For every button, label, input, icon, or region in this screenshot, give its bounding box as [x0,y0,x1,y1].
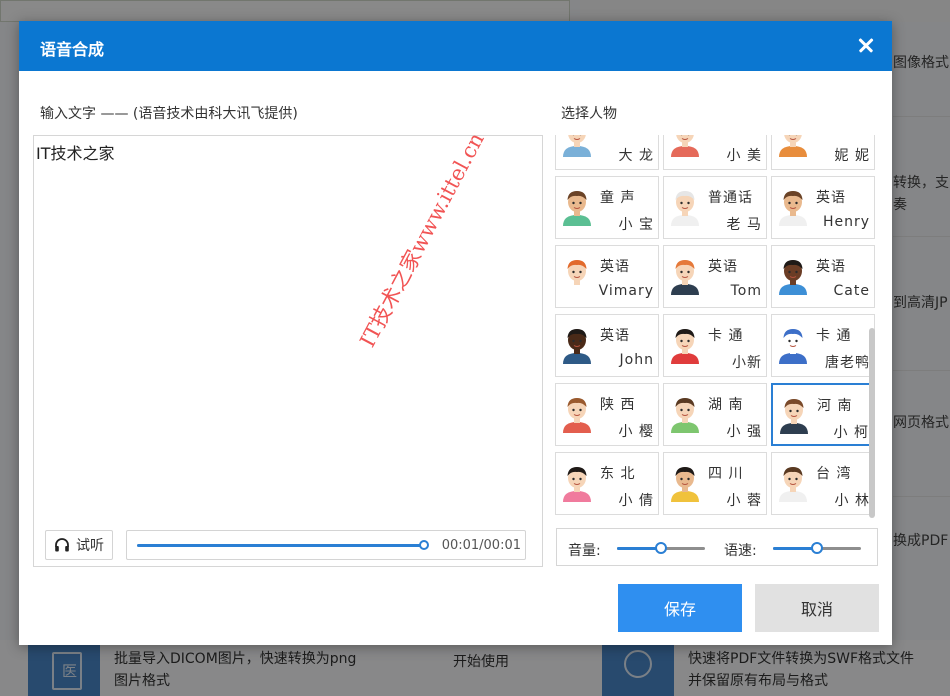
voice-name: Vimary [598,283,654,299]
voice-name: 小 樱 [618,424,654,440]
old-man-glasses-icon [668,186,702,226]
close-icon[interactable] [854,33,878,57]
voice-option[interactable]: 英语 Tom [663,245,767,308]
voice-name: 小新 [732,355,762,371]
voice-name: 小 美 [726,148,762,164]
dark-skin-bearded-man-icon [560,324,594,364]
input-text-label: 输入文字 —— (语音技术由科大讯飞提供) [40,106,298,122]
girl-red-icon [668,135,702,157]
voice-option[interactable]: 英语 Henry [771,176,875,239]
speed-slider[interactable] [773,542,861,554]
voice-name: Henry [822,214,870,230]
long-hair-woman-icon [776,462,810,502]
voice-option[interactable]: 英语 John [555,314,659,377]
volume-slider[interactable] [617,542,705,554]
voice-option[interactable]: 英语 Cate [771,245,875,308]
audio-player: 00:01/00:01 [126,530,526,560]
volume-slider-handle[interactable] [655,542,667,554]
speech-synthesis-dialog: 语音合成 输入文字 —— (语音技术由科大讯飞提供) 试听 00:01/00:0… [19,21,892,645]
voice-option[interactable]: 妮 妮 [771,135,875,170]
voice-name: Tom [730,283,762,299]
voice-language: 陕 西 [600,397,636,413]
text-input-panel: 试听 00:01/00:01 [33,135,543,567]
voice-name: 小 强 [726,424,762,440]
voice-option[interactable]: 台 湾小 林 [771,452,875,515]
voice-option[interactable]: 小 美 [663,135,767,170]
listen-button[interactable]: 试听 [45,530,113,560]
voice-language: 普通话 [708,190,753,206]
voice-language: 英语 [816,259,846,275]
woman-flower-hair-icon [668,462,702,502]
voice-option[interactable]: 童 声小 宝 [555,176,659,239]
playback-progress-bar[interactable] [137,540,430,550]
voice-name: 大 龙 [618,148,654,164]
voice-name: John [619,352,654,368]
voice-list-scrollbar-thumb[interactable] [869,328,875,518]
cartoon-boy-icon [668,324,702,364]
voice-option[interactable]: 陕 西小 樱 [555,383,659,446]
voice-option[interactable]: 东 北小 倩 [555,452,659,515]
voice-language: 台 湾 [816,466,852,482]
dialog-header: 语音合成 [19,21,892,71]
voice-name: 小 林 [834,493,870,509]
voice-name: Cate [833,283,870,299]
cancel-button[interactable]: 取消 [755,584,879,632]
voice-name: 小 柯 [833,425,869,441]
voice-language: 河 南 [817,398,853,414]
voice-option[interactable]: 卡 通小新 [663,314,767,377]
volume-label: 音量: [568,543,601,559]
speed-slider-handle[interactable] [811,542,823,554]
voice-language: 英语 [708,259,738,275]
playback-time: 00:01/00:01 [441,538,521,553]
dark-skin-woman-icon [776,255,810,295]
voice-option[interactable]: 湖 南小 强 [663,383,767,446]
voice-list: 大 龙小 美妮 妮童 声小 宝普通话老 马英语 Henry 英语 Vimary 英语 To… [555,135,879,521]
voice-name: 妮 妮 [834,148,870,164]
voice-name: 小 倩 [618,493,654,509]
voice-name: 老 马 [726,217,762,233]
voice-language: 英语 [600,259,630,275]
voice-language: 英语 [816,190,846,206]
voice-option[interactable]: 河 南小 柯 [771,383,875,446]
redhead-man-icon [668,255,702,295]
man-blue-shirt-icon [560,135,594,157]
voice-option[interactable]: 普通话老 马 [663,176,767,239]
save-button[interactable]: 保存 [618,584,742,632]
voice-language: 四 川 [708,466,744,482]
cartoon-duck-icon [776,324,810,364]
voice-language: 卡 通 [816,328,852,344]
voice-select-label: 选择人物 [561,106,617,122]
voice-option[interactable]: 四 川小 蓉 [663,452,767,515]
headphone-icon [55,538,69,552]
voice-name: 唐老鸭 [825,355,870,371]
speed-label: 语速: [724,543,757,559]
voice-name: 小 宝 [618,217,654,233]
young-man-green-icon [668,393,702,433]
dialog-title: 语音合成 [40,40,105,59]
playback-progress-handle[interactable] [419,540,430,550]
voice-name: 小 蓉 [726,493,762,509]
voice-language: 卡 通 [708,328,744,344]
voice-controls-panel: 音量: 语速: [556,528,878,566]
listen-button-label: 试听 [76,537,104,553]
bearded-man-icon [776,186,810,226]
black-hair-woman-icon [560,462,594,502]
boy-green-icon [560,186,594,226]
playback-progress-fill [137,544,425,547]
voice-language: 童 声 [600,190,636,206]
man-bowtie-icon [777,394,811,434]
voice-language: 东 北 [600,466,636,482]
brown-hair-girl-icon [560,393,594,433]
voice-option[interactable]: 卡 通唐老鸭 [771,314,875,377]
voice-option[interactable]: 大 龙 [555,135,659,170]
voice-language: 英语 [600,328,630,344]
voice-option[interactable]: 英语 Vimary [555,245,659,308]
redhead-woman-icon [560,255,594,295]
speech-text-input[interactable] [36,140,538,520]
voice-list-scrollbar[interactable] [868,135,876,521]
girl-orange-icon [776,135,810,157]
voice-language: 湖 南 [708,397,744,413]
